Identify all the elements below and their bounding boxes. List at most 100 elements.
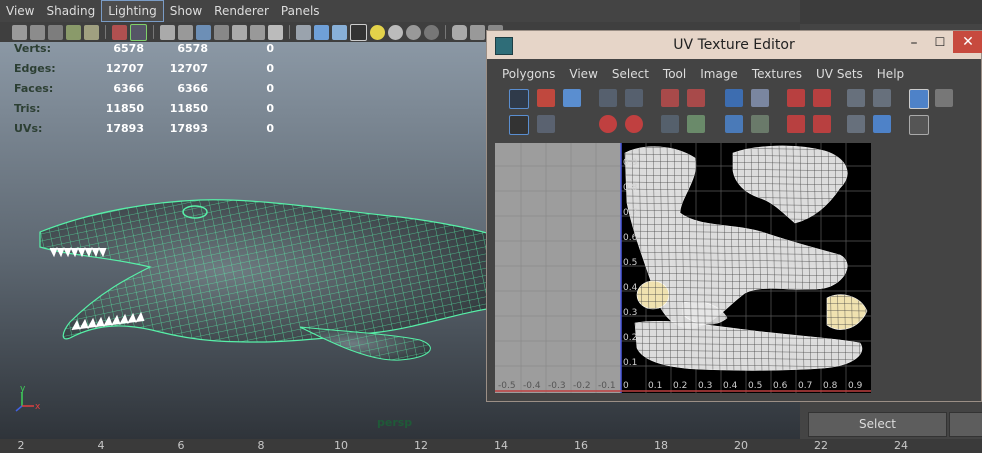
uv-menu-image[interactable]: Image <box>693 65 745 83</box>
uv-u-label: 0.7 <box>798 381 812 391</box>
viewport-menu-lighting[interactable]: Lighting <box>101 0 164 22</box>
lights-icon[interactable] <box>370 24 385 40</box>
unfold-icon[interactable] <box>725 115 743 133</box>
safe-title-icon[interactable] <box>268 24 283 40</box>
secondary-button[interactable] <box>949 412 982 437</box>
uv-menu-uv-sets[interactable]: UV Sets <box>809 65 870 83</box>
uv-u-label: 0.4 <box>723 381 738 391</box>
uv-v-label: 0.5 <box>623 258 637 268</box>
timeline-tick-label: 8 <box>257 439 265 452</box>
smooth-shading-icon[interactable] <box>314 24 329 40</box>
toolbar-separator <box>105 25 106 39</box>
shadows-icon[interactable] <box>388 24 403 40</box>
layout-uvs-icon[interactable] <box>873 89 891 107</box>
align-min-v-icon[interactable] <box>787 115 805 133</box>
uv-menu-polygons[interactable]: Polygons <box>495 65 562 83</box>
uv-editor-menubar: Polygons View Select Tool Image Textures UV Se… <box>495 65 911 83</box>
minimize-icon[interactable]: – <box>905 35 923 53</box>
uv-v-label: 0.2 <box>623 333 637 343</box>
display-image-icon[interactable] <box>909 89 929 109</box>
film-gate-icon[interactable] <box>178 24 193 40</box>
viewport-menu-renderer[interactable]: Renderer <box>208 1 275 21</box>
move-and-sew-icon[interactable] <box>751 89 769 107</box>
viewport-menu-shading[interactable]: Shading <box>40 1 101 21</box>
camera-attributes-icon[interactable] <box>30 24 45 40</box>
anti-alias-icon[interactable] <box>470 24 485 40</box>
viewport-menu-view[interactable]: View <box>0 1 40 21</box>
uv-menu-help[interactable]: Help <box>870 65 911 83</box>
field-chart-icon[interactable] <box>232 24 247 40</box>
camera-icon[interactable] <box>12 24 27 40</box>
timeline-tick-label: 4 <box>97 439 105 452</box>
map-uv-border-icon[interactable] <box>751 115 769 133</box>
safe-action-icon[interactable] <box>250 24 265 40</box>
uv-smudge-tool-icon[interactable] <box>537 89 555 107</box>
depth-of-field-icon[interactable] <box>452 24 467 40</box>
uv-u-label: -0.3 <box>548 381 566 391</box>
close-icon[interactable]: ✕ <box>953 31 982 53</box>
ambient-occlusion-icon[interactable] <box>406 24 421 40</box>
flip-u-icon[interactable] <box>599 89 617 107</box>
align-max-v-icon[interactable] <box>813 115 831 133</box>
cut-uv-edges-icon[interactable] <box>661 89 679 107</box>
toolbar-separator <box>445 25 446 39</box>
uv-menu-view[interactable]: View <box>562 65 604 83</box>
toolbar-separator <box>289 25 290 39</box>
timeline-tick-label: 12 <box>414 439 428 452</box>
view-axis-indicator: y x <box>15 384 41 412</box>
bookmark-icon[interactable] <box>48 24 63 40</box>
time-slider[interactable]: 2 4 6 8 10 12 14 16 18 20 22 24 <box>0 439 982 453</box>
axis-y-label: y <box>20 384 26 394</box>
uv-grid[interactable]: 0.9 0.8 0.7 0.6 0.5 0.4 0.3 0.2 0.1 -0.5 -0.4 -0.3… <box>495 143 871 393</box>
split-uvs-icon[interactable] <box>687 89 705 107</box>
uv-u-label: 0.8 <box>823 381 838 391</box>
wireframe-on-shaded-icon[interactable] <box>332 24 347 40</box>
rotate-ccw-icon[interactable] <box>599 115 617 133</box>
uv-v-label: 0.7 <box>623 208 637 218</box>
grid-uvs-icon[interactable] <box>847 89 865 107</box>
timeline-tick-label: 16 <box>574 439 588 452</box>
uv-move-tool-icon[interactable] <box>563 89 581 107</box>
copy-uvs-icon[interactable] <box>873 115 891 133</box>
select-button[interactable]: Select <box>808 412 947 437</box>
select-shell-icon[interactable] <box>537 115 555 133</box>
uv-v-label: 0.1 <box>623 358 637 368</box>
uv-v-label: 0.4 <box>623 283 638 293</box>
snap-uvs-icon[interactable] <box>847 115 865 133</box>
timeline-tick-label: 24 <box>894 439 908 452</box>
grid-icon[interactable] <box>160 24 175 40</box>
timeline-tick-label: 10 <box>334 439 348 452</box>
sew-uv-edges-icon[interactable] <box>725 89 743 107</box>
uv-menu-tool[interactable]: Tool <box>656 65 693 83</box>
viewport-menubar: View Shading Lighting Show Renderer Panels <box>0 0 800 22</box>
textured-icon[interactable] <box>350 23 367 41</box>
texture-borders-icon[interactable] <box>909 115 929 135</box>
checker-icon[interactable] <box>935 89 953 107</box>
viewport-menu-panels[interactable]: Panels <box>275 1 326 21</box>
uv-lattice-tool-icon[interactable] <box>509 89 529 109</box>
straighten-icon[interactable] <box>661 115 679 133</box>
align-max-u-icon[interactable] <box>813 89 831 107</box>
isolate-select-icon[interactable] <box>112 24 127 40</box>
relax-icon[interactable] <box>687 115 705 133</box>
xray-icon[interactable] <box>130 23 147 41</box>
gate-mask-icon[interactable] <box>214 24 229 40</box>
resolution-gate-icon[interactable] <box>196 24 211 40</box>
align-min-u-icon[interactable] <box>787 89 805 107</box>
viewport-menu-show[interactable]: Show <box>164 1 208 21</box>
uv-editor-titlebar[interactable]: UV Texture Editor – ☐ ✕ <box>487 31 982 59</box>
flip-v-icon[interactable] <box>625 89 643 107</box>
maximize-icon[interactable]: ☐ <box>931 35 949 53</box>
uv-y-axis-labels: 0.9 0.8 0.7 0.6 0.5 0.4 0.3 0.2 0.1 <box>623 158 638 368</box>
motion-blur-icon[interactable] <box>424 24 439 40</box>
uv-u-label: -0.4 <box>523 381 541 391</box>
uv-canvas[interactable]: 0.9 0.8 0.7 0.6 0.5 0.4 0.3 0.2 0.1 -0.5 -0.4 -0.3… <box>495 143 871 393</box>
uv-menu-select[interactable]: Select <box>605 65 656 83</box>
uv-texture-editor-window[interactable]: UV Texture Editor – ☐ ✕ Polygons View Sele… <box>486 30 982 402</box>
wireframe-shading-icon[interactable] <box>296 24 311 40</box>
rotate-cw-icon[interactable] <box>625 115 643 133</box>
image-plane-icon[interactable] <box>66 24 81 40</box>
grease-pencil-icon[interactable] <box>84 24 99 40</box>
uv-menu-textures[interactable]: Textures <box>745 65 809 83</box>
toggle-isolate-icon[interactable] <box>509 115 529 135</box>
